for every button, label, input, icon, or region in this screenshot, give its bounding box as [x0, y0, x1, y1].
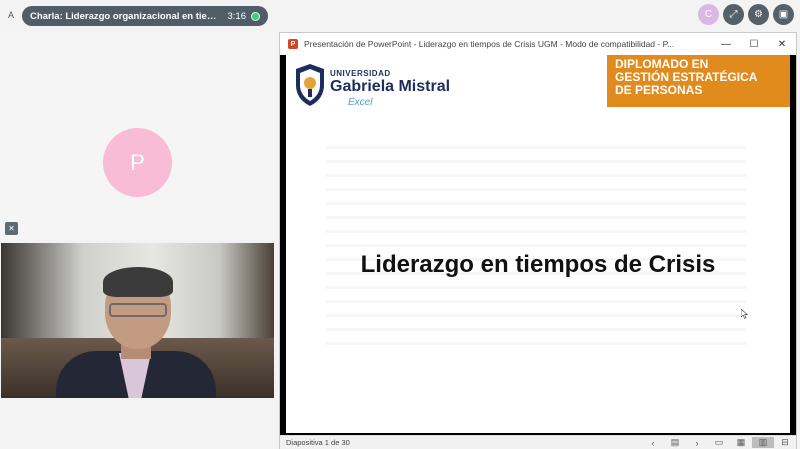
close-icon[interactable]: ✕: [768, 39, 796, 50]
participant-strip-top: [0, 32, 280, 86]
slide-counter: Diapositiva 1 de 30: [286, 438, 350, 447]
expand-icon[interactable]: ⤢: [723, 4, 744, 25]
live-indicator-icon: [251, 11, 260, 21]
logo-subtitle: Excel: [348, 97, 373, 108]
speaker-hair: [103, 267, 173, 297]
call-title: Charla: Liderazgo organizacional en tiem…: [30, 10, 222, 22]
normal-view-icon[interactable]: ▭: [708, 437, 730, 448]
ppt-window-title: Presentación de PowerPoint - Liderazgo e…: [304, 39, 675, 49]
university-emblem-icon: [296, 64, 324, 106]
meeting-topbar: A Charla: Liderazgo organizacional en ti…: [0, 0, 800, 32]
gear-icon[interactable]: ⚙: [748, 4, 769, 25]
powerpoint-icon: P: [288, 39, 298, 49]
mic-muted-icon: ✕: [5, 222, 18, 235]
ppt-titlebar: P Presentación de PowerPoint - Liderazgo…: [280, 33, 796, 55]
logo-university-name: Gabriela Mistral: [330, 78, 451, 95]
logo-university-label: UNIVERSIDAD: [330, 69, 391, 78]
diploma-banner: DIPLOMADO EN GESTIÓN ESTRATÉGICA DE PERS…: [607, 55, 790, 107]
participant-tile[interactable]: P ✕: [0, 86, 280, 239]
university-logo: UNIVERSIDAD Gabriela Mistral Excel: [294, 63, 464, 113]
slide-watermark: [326, 145, 746, 345]
mouse-cursor-icon: [741, 309, 749, 319]
previous-slide-icon[interactable]: ‹: [642, 438, 664, 448]
speaker-glasses: [109, 303, 167, 317]
call-info-pill[interactable]: Charla: Liderazgo organizacional en tiem…: [22, 6, 268, 26]
diploma-line: DE PERSONAS: [615, 83, 703, 97]
speaker-video-tile[interactable]: [1, 243, 274, 398]
next-slide-icon[interactable]: ›: [686, 438, 708, 448]
slide[interactable]: UNIVERSIDAD Gabriela Mistral Excel DIPLO…: [286, 55, 790, 433]
call-timer: 3:16: [227, 10, 247, 22]
topbar-actions: C ⤢ ⚙ ▣: [698, 4, 794, 25]
app-letter: A: [8, 10, 15, 20]
reading-view-icon[interactable]: ▥: [752, 437, 774, 448]
user-avatar[interactable]: C: [698, 4, 719, 25]
minimize-icon[interactable]: —: [712, 39, 740, 50]
slide-sorter-icon[interactable]: ▦: [730, 437, 752, 448]
powerpoint-window: P Presentación de PowerPoint - Liderazgo…: [279, 32, 797, 449]
slide-area: UNIVERSIDAD Gabriela Mistral Excel DIPLO…: [280, 55, 796, 435]
chat-icon[interactable]: ▣: [773, 4, 794, 25]
slide-title: Liderazgo en tiempos de Crisis: [360, 251, 716, 278]
ppt-statusbar: Diapositiva 1 de 30 ‹ ▤ › ▭ ▦ ▥ ⊟: [280, 435, 796, 449]
participant-avatar: P: [103, 128, 172, 197]
slide-menu-icon[interactable]: ▤: [664, 437, 686, 448]
maximize-icon[interactable]: ☐: [740, 39, 768, 50]
slideshow-icon[interactable]: ⊟: [774, 437, 796, 448]
